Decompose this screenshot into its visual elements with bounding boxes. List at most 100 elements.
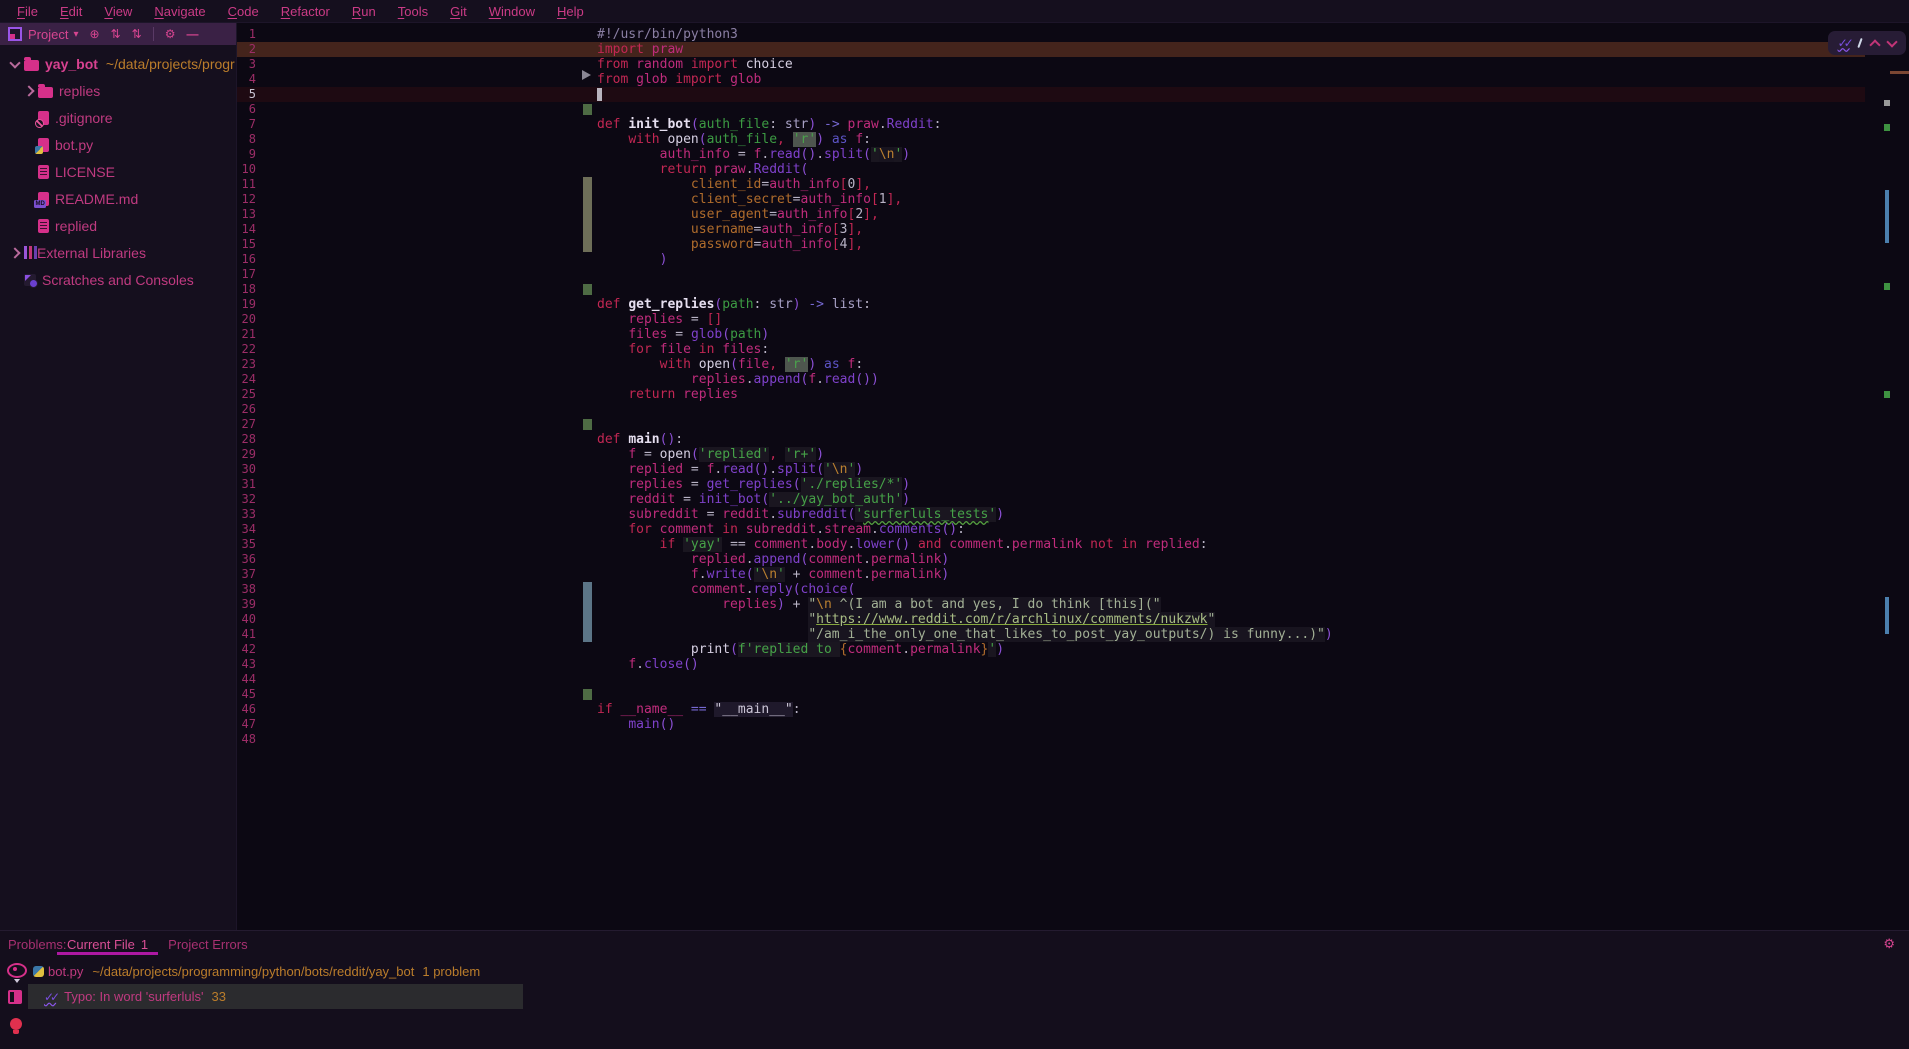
file-icon — [38, 219, 49, 233]
menu-item-navigate[interactable]: Navigate — [145, 4, 214, 19]
project-panel-header: Project ▾ ⊕ ⇅ ⇅ ⚙ — — [0, 23, 237, 45]
tree-item-replied[interactable]: replied — [0, 212, 237, 239]
menu-item-code[interactable]: Code — [219, 4, 268, 19]
change-marker-added — [583, 284, 592, 295]
menu-item-git[interactable]: Git — [441, 4, 476, 19]
tab-badge: 1 — [141, 937, 148, 952]
tree-item-replies[interactable]: replies — [0, 77, 237, 104]
code-line: if __name__ == "__main__": — [597, 702, 1333, 717]
menu-item-run[interactable]: Run — [343, 4, 385, 19]
tool-window-icon — [8, 27, 22, 41]
gear-icon[interactable]: ⚙ — [165, 27, 176, 41]
scratches-icon — [24, 274, 36, 286]
file-icon — [38, 165, 49, 179]
code-line: "/am_i_the_only_one_that_likes_to_post_y… — [597, 627, 1333, 642]
typo-icon — [44, 989, 56, 1004]
lightbulb-icon[interactable] — [10, 1018, 22, 1030]
menu-item-view[interactable]: View — [95, 4, 141, 19]
chevron-down-icon[interactable]: ▾ — [73, 29, 78, 40]
stripe-mark-green[interactable] — [1884, 391, 1890, 398]
change-marker-added — [583, 689, 592, 700]
tree-item-label: bot.py — [55, 137, 93, 153]
tree-item-license[interactable]: LICENSE — [0, 158, 237, 185]
code-line: main() — [597, 717, 1333, 732]
code-line: replied.append(comment.permalink) — [597, 552, 1333, 567]
ignored-file-icon — [38, 111, 49, 125]
run-line-icon[interactable] — [582, 70, 591, 80]
menu-item-refactor[interactable]: Refactor — [272, 4, 339, 19]
code-line: f = open('replied', 'r+') — [597, 447, 1333, 462]
stripe-mark-gray[interactable] — [1884, 100, 1890, 106]
code-line: client_id=auth_info[0], — [597, 177, 1333, 192]
code-line: #!/usr/bin/python3 — [597, 27, 1333, 42]
code-line: f.close() — [597, 657, 1333, 672]
code-line: f.write('\n' + comment.permalink) — [597, 567, 1333, 582]
view-options-icon[interactable] — [7, 963, 27, 978]
code-line: def main(): — [597, 432, 1333, 447]
ide-window: File Edit View Navigate Code Refactor Run Tools… — [0, 0, 1909, 1049]
code-line: from glob import glob — [597, 72, 1333, 87]
tree-item-external-libraries[interactable]: External Libraries — [0, 239, 237, 266]
project-tree: yay_bot~/data/projects/progrreplies.giti… — [0, 50, 237, 293]
libraries-icon — [24, 246, 27, 259]
code-line — [597, 87, 1333, 102]
tab-project-errors[interactable]: Project Errors — [158, 931, 257, 955]
menu-item-help[interactable]: Help — [548, 4, 593, 19]
problem-row-selected[interactable]: Typo: In word 'surferluls' 33 — [28, 984, 523, 1009]
stripe-mark-green[interactable] — [1884, 283, 1890, 290]
typo-inspection-icon — [1838, 36, 1850, 51]
stripe-mark-brown[interactable] — [1890, 71, 1909, 74]
layout-icon[interactable] — [8, 990, 22, 1004]
code-content[interactable]: #!/usr/bin/python3import prawfrom random… — [597, 27, 1333, 747]
tree-item-bot-py[interactable]: bot.py — [0, 131, 237, 158]
project-dropdown[interactable]: Project — [28, 27, 68, 42]
chevron-down-icon[interactable] — [9, 57, 20, 68]
code-line — [597, 282, 1333, 297]
code-line — [597, 402, 1333, 417]
menu-item-tools[interactable]: Tools — [389, 4, 437, 19]
expand-all-button[interactable]: ⇅ — [111, 27, 121, 41]
tree-item-readme-md[interactable]: README.md — [0, 185, 237, 212]
problems-file-row[interactable]: bot.py ~/data/projects/programming/pytho… — [33, 964, 480, 979]
code-line: replied = f.read().split('\n') — [597, 462, 1333, 477]
problems-tool-window: Problems: Current File1Project Errors ⚙ … — [0, 930, 1909, 1049]
chevron-right-icon[interactable] — [23, 85, 34, 96]
stripe-mark-green[interactable] — [1884, 124, 1890, 131]
gutter-change-markers — [237, 23, 597, 930]
hide-panel-button[interactable]: — — [186, 27, 197, 41]
collapse-all-button[interactable]: ⇅ — [132, 27, 142, 41]
code-line: print(f'replied to {comment.permalink}') — [597, 642, 1333, 657]
code-line — [597, 417, 1333, 432]
stripe-mark-blue[interactable] — [1885, 597, 1889, 634]
code-line: replies.append(f.read()) — [597, 372, 1333, 387]
tree-item-scratches-and-consoles[interactable]: Scratches and Consoles — [0, 266, 237, 293]
menu-item-window[interactable]: Window — [480, 4, 544, 19]
menu-item-file[interactable]: File — [8, 4, 47, 19]
menu-item-edit[interactable]: Edit — [51, 4, 91, 19]
tree-item-yay-bot[interactable]: yay_bot~/data/projects/progr — [0, 50, 237, 77]
code-line: files = glob(path) — [597, 327, 1333, 342]
code-line: ) — [597, 252, 1333, 267]
python-file-icon — [38, 138, 49, 152]
tree-item--gitignore[interactable]: .gitignore — [0, 104, 237, 131]
code-line: comment.reply(choice( — [597, 582, 1333, 597]
gear-icon[interactable]: ⚙ — [1883, 936, 1895, 952]
code-editor[interactable]: 1234567891011121314151617181920212223242… — [237, 23, 1909, 930]
change-marker-modified — [583, 177, 592, 252]
change-marker-added — [583, 419, 592, 430]
python-file-icon — [33, 966, 44, 977]
folder-icon — [38, 87, 53, 98]
menu-bar: File Edit View Navigate Code Refactor Run Tools… — [0, 0, 1909, 23]
locate-file-button[interactable]: ⊕ — [90, 27, 100, 41]
problem-description: Typo: In word 'surferluls' — [64, 989, 203, 1004]
divider — [153, 27, 154, 41]
code-line: auth_info = f.read().split('\n') — [597, 147, 1333, 162]
code-line: with open(auth_file, 'r') as f: — [597, 132, 1333, 147]
error-stripe-scrollbar[interactable] — [1861, 23, 1909, 930]
chevron-right-icon[interactable] — [9, 247, 20, 258]
tree-item-label: README.md — [55, 191, 138, 207]
stripe-mark-blue[interactable] — [1885, 190, 1889, 243]
code-line: return praw.Reddit( — [597, 162, 1333, 177]
tree-item-label: Scratches and Consoles — [42, 272, 194, 288]
tab-current-file[interactable]: Current File1 — [57, 931, 158, 955]
